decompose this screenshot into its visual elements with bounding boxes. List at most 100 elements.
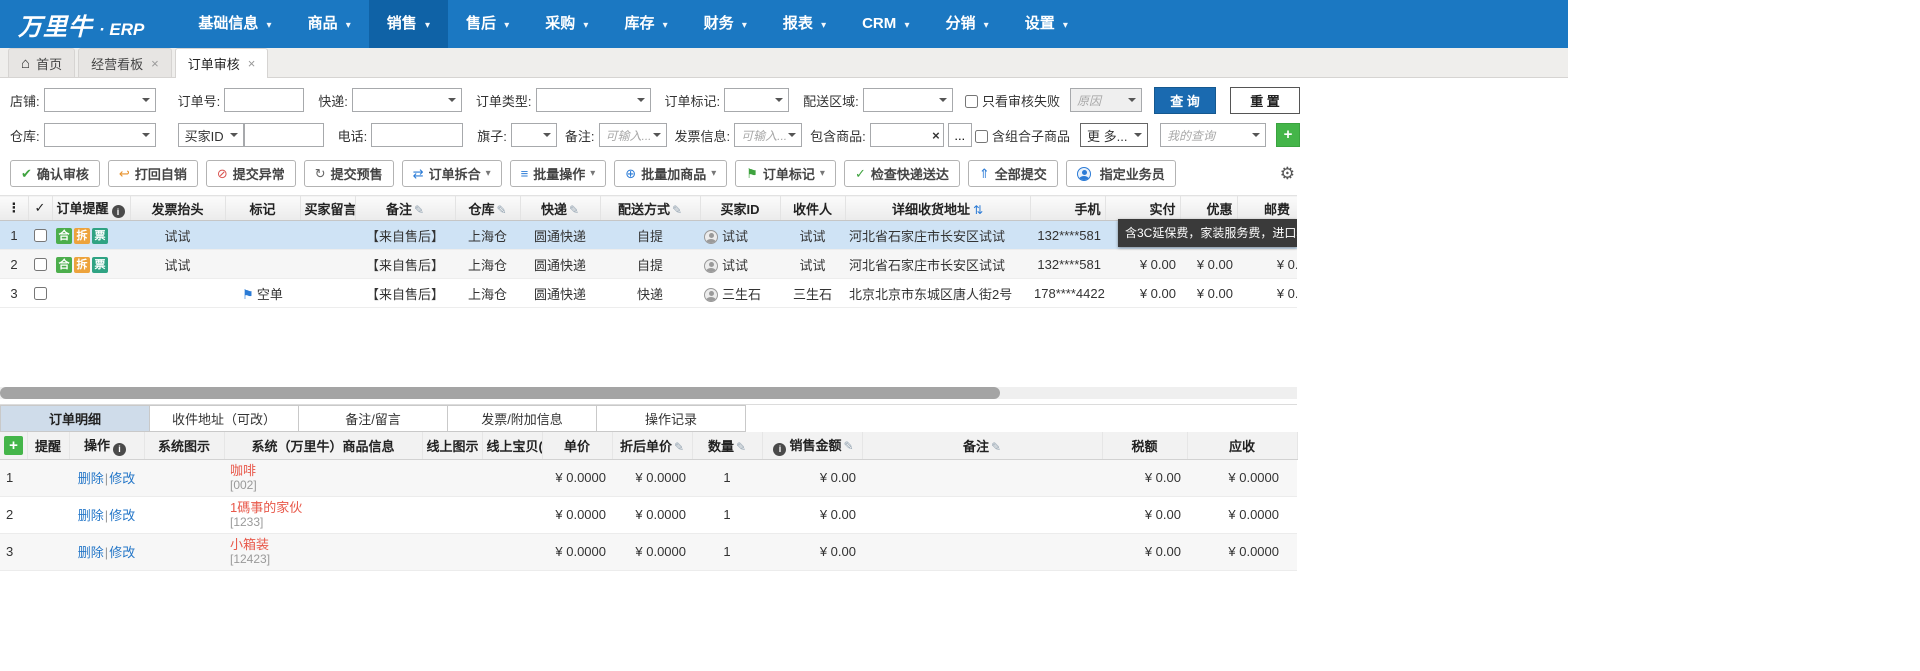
disc-price-cell[interactable]: ¥ 0.0000 (612, 496, 692, 534)
note-cell[interactable] (862, 459, 1102, 497)
detail-tab[interactable]: 订单明细 (0, 405, 150, 432)
detail-row[interactable]: 1 删除|修改 咖啡 [002] ¥ 0.0000 ¥ 0.0000 1 ¥ 0.… (0, 459, 1297, 497)
submit-exception-button[interactable]: ⊘ 提交异常 (205, 160, 296, 187)
nav-menu-item[interactable]: 基础信息 ▾ (180, 0, 289, 48)
product-name[interactable]: 1碼事的家伙 (230, 500, 416, 515)
address-header[interactable]: 详细收货地址 ⇅ (845, 195, 1031, 221)
nav-menu-item[interactable]: 销售 ▾ (368, 0, 448, 48)
submit-all-button[interactable]: ⇑ 全部提交 (967, 160, 1058, 187)
pencil-icon[interactable]: ✎ (736, 440, 746, 454)
note-cell[interactable] (862, 496, 1102, 534)
phone-input[interactable] (371, 123, 464, 147)
gear-icon[interactable]: ⚙ (1280, 164, 1295, 184)
express-cell[interactable]: 圆通快递 (520, 220, 600, 250)
detail-tab[interactable]: 备注/留言 (298, 405, 448, 432)
shop-select[interactable] (43, 88, 156, 112)
note-cell[interactable]: 【来自售后】 (355, 278, 455, 308)
area-select[interactable] (862, 88, 953, 112)
pencil-icon[interactable]: ✎ (496, 203, 506, 217)
buyer-field-select[interactable]: 买家ID (177, 123, 244, 147)
edit-link[interactable]: 修改 (109, 545, 135, 560)
warehouse-select[interactable] (43, 123, 156, 147)
page-tab[interactable]: ⌂ 经营看板 × (78, 48, 172, 77)
product-more-button[interactable]: ... (947, 123, 972, 147)
note-cell[interactable]: 【来自售后】 (355, 249, 455, 279)
delivery-cell[interactable]: 快递 (600, 278, 700, 308)
amount-cell[interactable]: ¥ 0.00 (762, 496, 862, 534)
edit-link[interactable]: 修改 (109, 508, 135, 523)
add-row-button[interactable]: + (4, 435, 23, 455)
assign-salesperson-button[interactable]: 指定业务员 (1065, 160, 1176, 187)
order-row[interactable]: 1 合拆票 试试 ⚑ 【来自售后】 上海仓 圆通快递 自提 试试 试试 河北省石… (0, 220, 1297, 250)
edit-link[interactable]: 修改 (109, 471, 135, 486)
product-name[interactable]: 咖啡 (230, 463, 416, 478)
detail-row[interactable]: 3 删除|修改 小箱装 [12423] ¥ 0.0000 ¥ 0.0000 1 ¥… (0, 533, 1297, 571)
nav-menu-item[interactable]: CRM ▾ (844, 0, 927, 48)
warehouse-cell[interactable]: 上海仓 (455, 249, 520, 279)
invoice-combo[interactable]: 可输入... (734, 123, 803, 147)
check-delivery-button[interactable]: ✓ 检查快递送达 (843, 160, 960, 187)
batch-ops-button[interactable]: ≡ 批量操作 ▾ (509, 160, 607, 187)
close-icon[interactable]: × (248, 56, 256, 71)
only-failed-checkbox[interactable] (964, 94, 978, 108)
delivery-cell[interactable]: 自提 (600, 220, 700, 250)
batch-add-product-button[interactable]: ⊕ 批量加商品 ▾ (614, 160, 728, 187)
delete-link[interactable]: 删除 (78, 471, 104, 486)
buyer-id-cell[interactable]: 试试 (700, 249, 780, 279)
express-cell[interactable]: 圆通快递 (520, 249, 600, 279)
amount-cell[interactable]: ¥ 0.00 (762, 533, 862, 571)
note-cell[interactable] (862, 533, 1102, 571)
detail-tab[interactable]: 发票/附加信息 (447, 405, 597, 432)
nav-menu-item[interactable]: 采购 ▾ (527, 0, 606, 48)
row-checkbox[interactable] (33, 286, 47, 300)
warehouse-cell[interactable]: 上海仓 (455, 220, 520, 250)
disc-price-cell[interactable]: ¥ 0.0000 (612, 459, 692, 497)
buyer-id-cell[interactable]: 三生石 (700, 278, 780, 308)
save-query-button[interactable]: + (1276, 123, 1300, 147)
my-query-select[interactable]: 我的查询 (1160, 123, 1266, 147)
delete-link[interactable]: 删除 (78, 545, 104, 560)
note-cell[interactable]: 【来自售后】 (355, 220, 455, 250)
confirm-audit-button[interactable]: ✔ 确认审核 (10, 160, 100, 187)
detail-tab[interactable]: 收件地址（可改） (149, 405, 299, 432)
product-name[interactable]: 小箱装 (230, 537, 416, 552)
pencil-icon[interactable]: ✎ (991, 440, 1001, 454)
buyer-id-cell[interactable]: 试试 (700, 220, 780, 250)
select-all-header[interactable]: ✓ (28, 195, 53, 221)
nav-menu-item[interactable]: 售后 ▾ (448, 0, 527, 48)
combo-sub-checkbox[interactable] (974, 129, 988, 143)
row-checkbox[interactable] (33, 228, 47, 242)
search-button[interactable]: 查 询 (1154, 86, 1216, 114)
row-menu-header[interactable]: ⋮ (0, 195, 29, 221)
delete-link[interactable]: 删除 (78, 508, 104, 523)
order-row[interactable]: 3 ⚑ 空单 【来自售后】 上海仓 圆通快递 快递 三生石 三生石 北京北京市东城… (0, 278, 1297, 308)
scrollbar-thumb[interactable] (0, 387, 1000, 399)
pencil-icon[interactable]: ✎ (569, 203, 579, 217)
page-tab[interactable]: ⌂ 订单审核 × (174, 48, 269, 78)
detail-tab[interactable]: 操作记录 (596, 405, 746, 432)
reject-order-button[interactable]: ↩ 打回自销 (107, 160, 198, 187)
qty-cell[interactable]: 1 (692, 459, 762, 497)
detail-row[interactable]: 2 删除|修改 1碼事的家伙 [1233] ¥ 0.0000 ¥ 0.0000 1… (0, 496, 1297, 534)
pencil-icon[interactable]: ✎ (843, 439, 853, 453)
qty-cell[interactable]: 1 (692, 533, 762, 571)
only-failed-option[interactable]: 只看审核失败 (964, 91, 1060, 110)
submit-presale-button[interactable]: ↻ 提交预售 (303, 160, 394, 187)
nav-menu-item[interactable]: 商品 ▾ (290, 0, 369, 48)
nav-menu-item[interactable]: 设置 ▾ (1007, 0, 1086, 48)
reset-button[interactable]: 重 置 (1230, 86, 1300, 114)
buyer-id-input[interactable] (243, 123, 324, 147)
order-row[interactable]: 2 合拆票 试试 ⚑ 【来自售后】 上海仓 圆通快递 自提 试试 试试 河北省石… (0, 249, 1297, 279)
page-tab[interactable]: ⌂ 首页 × (8, 48, 76, 77)
nav-menu-item[interactable]: 库存 ▾ (606, 0, 685, 48)
pencil-icon[interactable]: ✎ (414, 203, 424, 217)
combo-sub-option[interactable]: 含组合子商品 (974, 126, 1070, 145)
amount-cell[interactable]: ¥ 0.00 (762, 459, 862, 497)
express-cell[interactable]: 圆通快递 (520, 278, 600, 308)
disc-price-cell[interactable]: ¥ 0.0000 (612, 533, 692, 571)
note-combo[interactable]: 可输入... (598, 123, 667, 147)
order-type-select[interactable] (535, 88, 651, 112)
order-mark-select[interactable] (724, 88, 790, 112)
more-filters-select[interactable]: 更 多... (1080, 123, 1148, 147)
pencil-icon[interactable]: ✎ (672, 203, 682, 217)
